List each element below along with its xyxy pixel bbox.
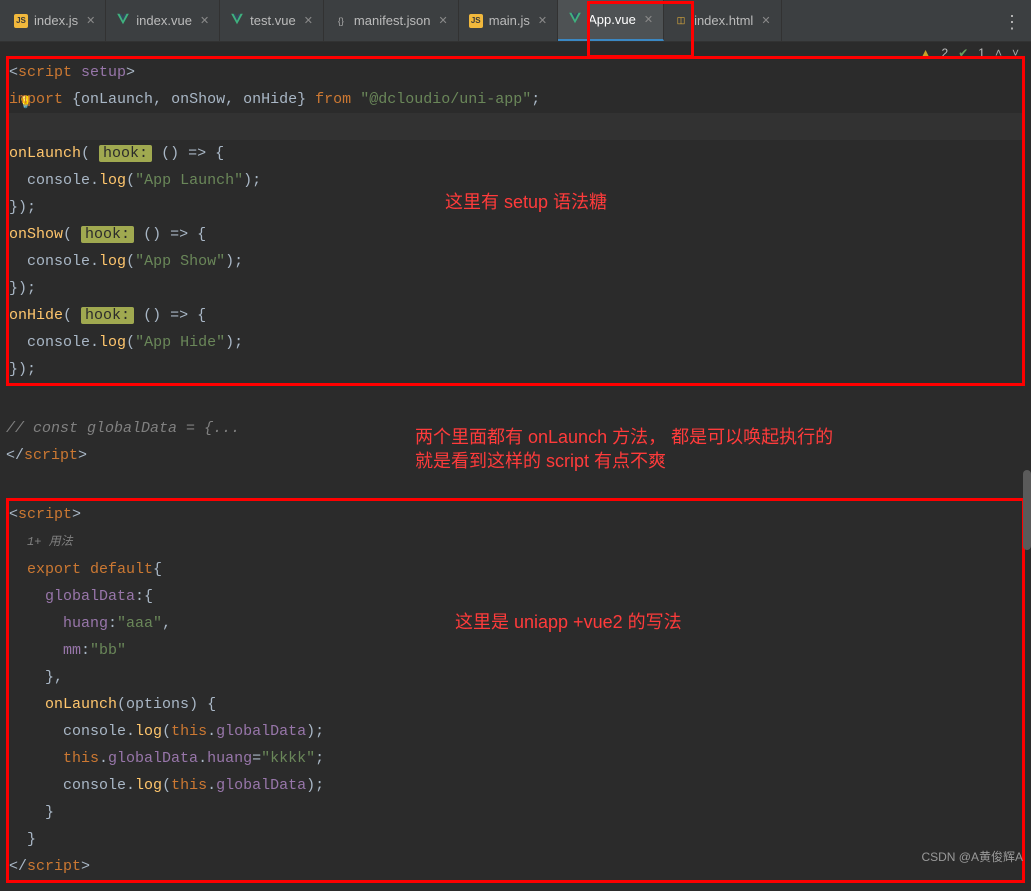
code-line: <script> (9, 501, 1022, 528)
tab-bar: JS index.js ✕ index.vue ✕ test.vue ✕ {} … (0, 0, 1031, 42)
code-line: }, (9, 664, 1022, 691)
code-line: 1+ 用法 (9, 528, 1022, 556)
tab-index-js[interactable]: JS index.js ✕ (4, 0, 106, 41)
tab-label: App.vue (588, 12, 636, 27)
code-line: } (9, 826, 1022, 853)
code-line: }); (9, 356, 1022, 383)
close-icon[interactable]: ✕ (304, 14, 313, 27)
close-icon[interactable]: ✕ (644, 13, 653, 26)
code-line: </script> (6, 442, 1025, 469)
code-line: </script> (9, 853, 1022, 880)
code-line: onHide( hook: () => { (9, 302, 1022, 329)
vue-icon (116, 12, 130, 29)
code-line: console.log(this.globalData); (9, 718, 1022, 745)
code-line-active (9, 113, 1022, 140)
code-line: console.log("App Launch"); (9, 167, 1022, 194)
html-icon: ◫ (674, 14, 688, 28)
close-icon[interactable]: ✕ (439, 14, 448, 27)
code-line (6, 388, 1025, 415)
tab-label: main.js (489, 13, 530, 28)
tab-label: index.html (694, 13, 753, 28)
code-line: onLaunch(options) { (9, 691, 1022, 718)
tab-app-vue[interactable]: App.vue ✕ (558, 0, 664, 41)
code-line: console.log("App Hide"); (9, 329, 1022, 356)
js-icon: JS (469, 14, 483, 28)
more-menu-icon[interactable]: ⋮ (1003, 12, 1021, 34)
code-line: export default{ (9, 556, 1022, 583)
scrollbar-thumb[interactable] (1023, 470, 1031, 550)
code-line: onShow( hook: () => { (9, 221, 1022, 248)
code-line: import {onLaunch, onShow, onHide} from "… (9, 86, 1022, 113)
code-line: this.globalData.huang="kkkk"; (9, 745, 1022, 772)
tab-label: index.js (34, 13, 78, 28)
code-line: mm:"bb" (9, 637, 1022, 664)
close-icon[interactable]: ✕ (761, 14, 770, 27)
code-line: } (9, 799, 1022, 826)
tab-manifest-json[interactable]: {} manifest.json ✕ (324, 0, 459, 41)
code-line: // const globalData = {... (6, 415, 1025, 442)
tab-label: test.vue (250, 13, 296, 28)
vue-icon (568, 11, 582, 28)
code-line: console.log("App Show"); (9, 248, 1022, 275)
code-editor[interactable]: <script setup> import {onLaunch, onShow,… (0, 42, 1031, 891)
close-icon[interactable]: ✕ (538, 14, 547, 27)
vue-icon (230, 12, 244, 29)
tab-label: index.vue (136, 13, 192, 28)
annotation-box-setup: <script setup> import {onLaunch, onShow,… (6, 56, 1025, 386)
code-line (6, 469, 1025, 496)
js-icon: JS (14, 14, 28, 28)
tab-label: manifest.json (354, 13, 431, 28)
code-line: <script setup> (9, 59, 1022, 86)
close-icon[interactable]: ✕ (86, 14, 95, 27)
tab-index-html[interactable]: ◫ index.html ✕ (664, 0, 781, 41)
close-icon[interactable]: ✕ (200, 14, 209, 27)
code-line: globalData:{ (9, 583, 1022, 610)
annotation-box-vue2: <script> 1+ 用法 export default{ globalDat… (6, 498, 1025, 883)
code-line: onLaunch( hook: () => { (9, 140, 1022, 167)
tab-main-js[interactable]: JS main.js ✕ (459, 0, 558, 41)
tab-index-vue[interactable]: index.vue ✕ (106, 0, 220, 41)
code-line: console.log(this.globalData); (9, 772, 1022, 799)
code-line: huang:"aaa", (9, 610, 1022, 637)
code-line: }); (9, 194, 1022, 221)
tab-test-vue[interactable]: test.vue ✕ (220, 0, 324, 41)
json-icon: {} (334, 14, 348, 28)
code-line: }); (9, 275, 1022, 302)
